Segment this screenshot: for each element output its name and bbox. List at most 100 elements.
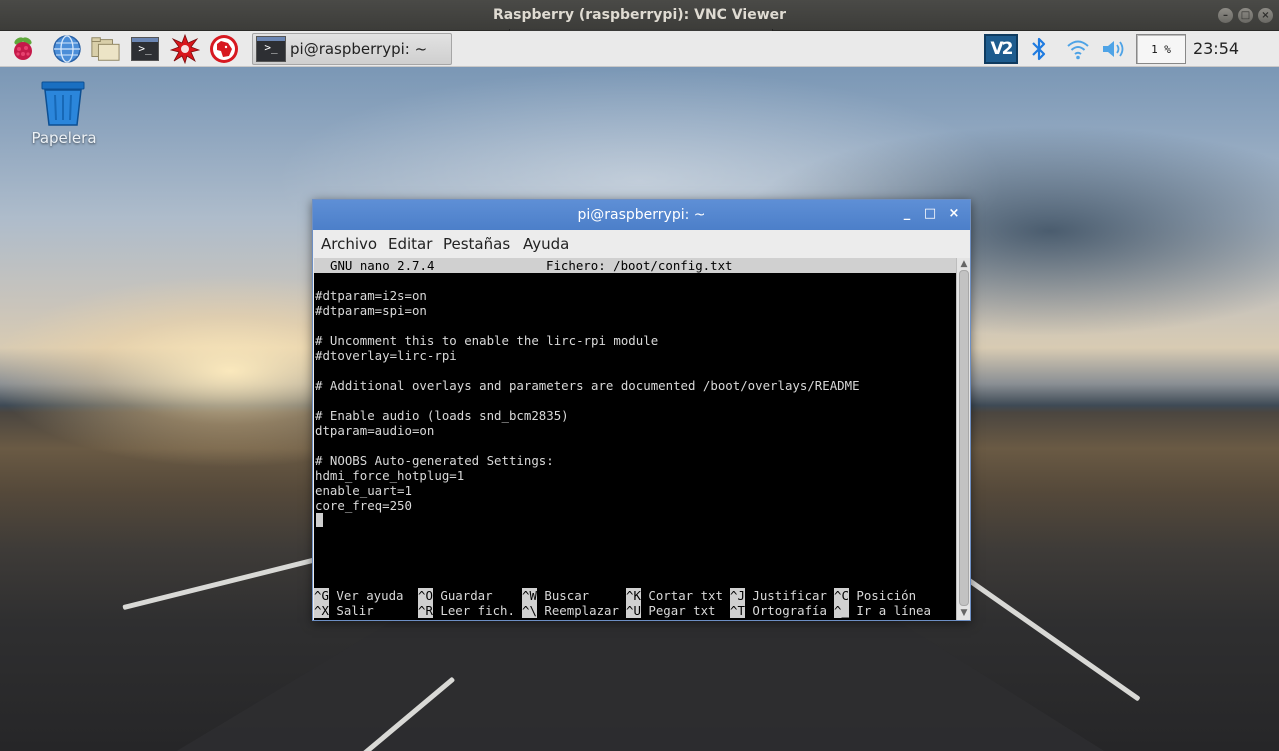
shortcut-label: Salir: [328, 603, 374, 618]
remote-desktop[interactable]: >_ >_ pi@raspberrypi: ~ V2 1 % 23:54 Pap…: [0, 31, 1279, 751]
terminal-screen[interactable]: GNU nano 2.7.4 Fichero: /boot/config.txt…: [314, 258, 956, 620]
wolfram-icon[interactable]: [209, 34, 239, 64]
nano-header-bar: GNU nano 2.7.4 Fichero: /boot/config.txt: [314, 258, 956, 273]
editor-line: #dtparam=spi=on: [315, 303, 427, 318]
terminal-scrollbar[interactable]: ▲ ▼: [956, 258, 970, 620]
shortcut-position[interactable]: ^C Posición: [834, 588, 916, 603]
editor-line: dtparam=audio=on: [315, 423, 435, 438]
shortcut-key: ^R: [418, 603, 433, 618]
menu-archivo[interactable]: Archivo: [321, 235, 377, 253]
taskbar-item-label: pi@raspberrypi: ~: [290, 40, 428, 58]
vnc-window-title: Raspberry (raspberrypi): VNC Viewer: [492, 7, 787, 23]
vnc-icon[interactable]: V2: [984, 34, 1018, 64]
shortcut-label: Pegar txt: [640, 603, 716, 618]
wifi-icon[interactable]: [1063, 34, 1093, 64]
shortcut-label: Ver ayuda: [328, 588, 404, 603]
scrollbar-thumb[interactable]: [959, 270, 969, 606]
terminal-glyph: >_: [131, 37, 159, 61]
editor-line: # NOOBS Auto-generated Settings:: [315, 453, 554, 468]
maximize-icon[interactable]: □: [1238, 8, 1253, 23]
minimize-icon[interactable]: –: [1218, 8, 1233, 23]
shortcut-key: ^X: [314, 603, 329, 618]
trash-label[interactable]: Papelera: [18, 129, 110, 147]
shortcut-label: Buscar: [536, 588, 590, 603]
shortcut-key: ^T: [730, 603, 745, 618]
editor-line: # Additional overlays and parameters are…: [315, 378, 860, 393]
shortcut-exit[interactable]: ^X Salir: [314, 603, 374, 618]
shortcut-key: ^G: [314, 588, 329, 603]
terminal-titlebar[interactable]: pi@raspberrypi: ~ _ □ ×: [313, 200, 970, 230]
web-browser-icon[interactable]: [52, 34, 82, 64]
nano-version: GNU nano 2.7.4: [330, 258, 435, 273]
editor-line: #dtparam=i2s=on: [315, 288, 427, 303]
trash-icon[interactable]: [39, 79, 87, 129]
menu-ayuda[interactable]: Ayuda: [523, 235, 569, 253]
shortcut-label: Cortar txt: [640, 588, 723, 603]
shortcut-label: Ortografía: [744, 603, 827, 618]
shortcut-label: Leer fich.: [432, 603, 515, 618]
scroll-down-icon[interactable]: ▼: [958, 607, 970, 619]
editor-line: enable_uart=1: [315, 483, 412, 498]
file-manager-icon[interactable]: [90, 34, 120, 64]
shortcut-label: Justificar: [744, 588, 827, 603]
shortcut-search[interactable]: ^W Buscar: [522, 588, 589, 603]
raspberry-menu-icon[interactable]: [8, 34, 38, 64]
terminal-icon[interactable]: >_: [130, 34, 160, 64]
terminal-menubar: Archivo Editar Pestañas Ayuda: [313, 230, 970, 258]
shortcut-key: ^C: [834, 588, 849, 603]
shortcut-spell[interactable]: ^T Ortografía: [730, 603, 827, 618]
nano-filename: Fichero: /boot/config.txt: [546, 258, 733, 273]
shortcut-save[interactable]: ^O Guardar: [418, 588, 493, 603]
scroll-up-icon[interactable]: ▲: [958, 258, 970, 270]
volume-icon[interactable]: [1099, 34, 1129, 64]
text-cursor: [316, 513, 323, 527]
taskbar-item-terminal[interactable]: >_ pi@raspberrypi: ~: [252, 33, 452, 65]
vnc-viewer-titlebar[interactable]: Raspberry (raspberrypi): VNC Viewer – □ …: [0, 0, 1279, 35]
menu-editar[interactable]: Editar: [388, 235, 432, 253]
road-marking: [122, 556, 318, 611]
shortcut-label: Ir a línea: [848, 603, 931, 618]
shortcut-key: ^K: [626, 588, 641, 603]
nano-shortcut-bar: ^G Ver ayuda ^O Guardar ^W Buscar ^K Cor…: [314, 588, 956, 618]
editor-line: # Uncomment this to enable the lirc-rpi …: [315, 333, 659, 348]
clock[interactable]: 23:54: [1190, 39, 1242, 58]
shortcut-key: ^W: [522, 588, 537, 603]
shortcut-label: Reemplazar: [536, 603, 619, 618]
menu-pestanas[interactable]: Pestañas: [443, 235, 510, 253]
shortcut-paste[interactable]: ^U Pegar txt: [626, 603, 716, 618]
shortcut-cut[interactable]: ^K Cortar txt: [626, 588, 723, 603]
shortcut-key: ^J: [730, 588, 745, 603]
shortcut-key: ^U: [626, 603, 641, 618]
shortcut-key: ^\: [522, 603, 537, 618]
lxpanel-taskbar: >_ >_ pi@raspberrypi: ~ V2 1 % 23:54: [0, 31, 1279, 67]
minimize-icon[interactable]: _: [899, 206, 915, 222]
shortcut-justify[interactable]: ^J Justificar: [730, 588, 827, 603]
nano-editor-body[interactable]: #dtparam=i2s=on #dtparam=spi=on # Uncomm…: [315, 288, 860, 513]
shortcut-help[interactable]: ^G Ver ayuda: [314, 588, 404, 603]
close-icon[interactable]: ×: [1258, 8, 1273, 23]
editor-line: core_freq=250: [315, 498, 412, 513]
editor-line: hdmi_force_hotplug=1: [315, 468, 465, 483]
shortcut-read-file[interactable]: ^R Leer fich.: [418, 603, 515, 618]
editor-line: # Enable audio (loads snd_bcm2835): [315, 408, 569, 423]
terminal-window[interactable]: pi@raspberrypi: ~ _ □ × Archivo Editar P…: [312, 199, 971, 621]
editor-line: #dtoverlay=lirc-rpi: [315, 348, 457, 363]
shortcut-key: ^O: [418, 588, 433, 603]
maximize-icon[interactable]: □: [922, 206, 938, 222]
shortcut-key: ^_: [834, 603, 849, 618]
terminal-icon: >_: [256, 36, 286, 62]
mathematica-icon[interactable]: [170, 34, 200, 64]
shortcut-label: Posición: [848, 588, 917, 603]
shortcut-label: Guardar: [432, 588, 493, 603]
vnc-tray-label: V2: [990, 39, 1014, 59]
shortcut-goto-line[interactable]: ^_ Ir a línea: [834, 603, 931, 618]
close-icon[interactable]: ×: [946, 206, 962, 222]
bluetooth-icon[interactable]: [1026, 34, 1052, 64]
shortcut-replace[interactable]: ^\ Reemplazar: [522, 603, 619, 618]
cpu-usage-monitor[interactable]: 1 %: [1136, 34, 1186, 64]
terminal-title: pi@raspberrypi: ~: [577, 207, 706, 223]
